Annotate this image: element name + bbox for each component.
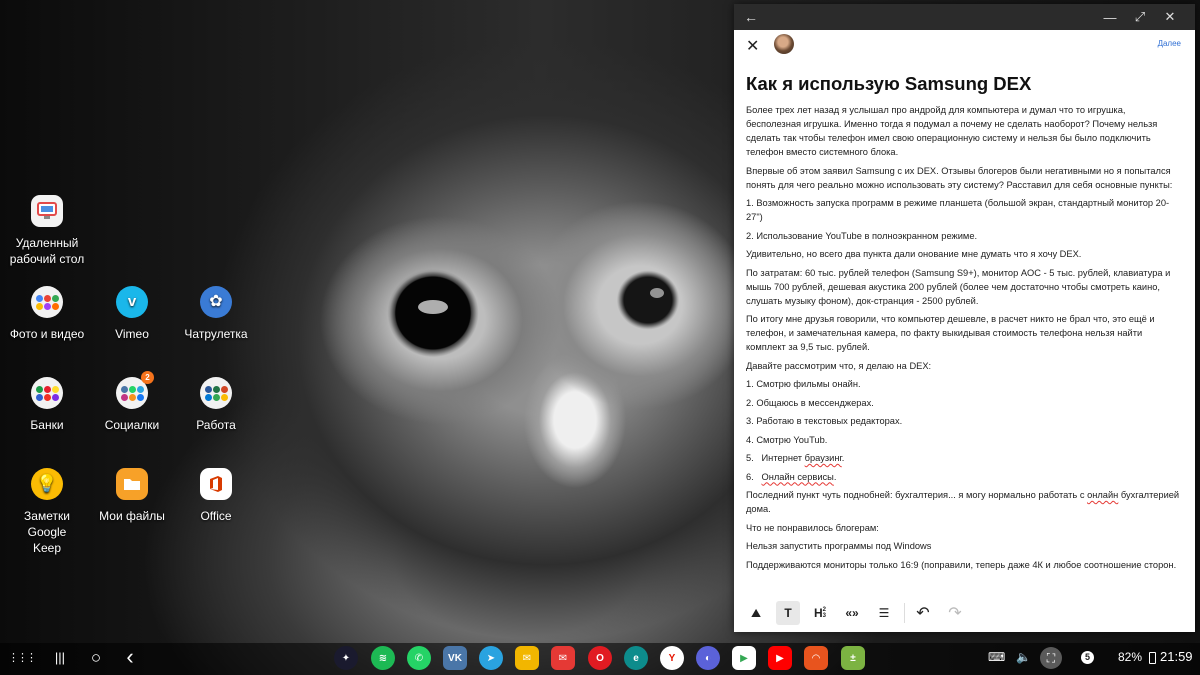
messages-icon[interactable]: ◐ [696, 646, 720, 670]
next-button[interactable]: Далее [1158, 39, 1181, 48]
paragraph: Поддерживаются мониторы только 16:9 (поп… [746, 559, 1177, 570]
list-item: 2. Общаюсь в мессенджерах. [746, 397, 874, 408]
redo-icon[interactable]: ↷ [943, 601, 967, 625]
paragraph: Нельзя запустить программы под Windows [746, 541, 932, 551]
battery-level: 82% [1118, 650, 1143, 664]
desktop-icon-label: Чатрулетка [184, 327, 248, 341]
play-store-icon[interactable]: ▶ [732, 646, 756, 670]
folder-icon [200, 377, 232, 409]
telegram-icon[interactable]: ➤ [479, 646, 503, 670]
paragraph: Давайте рассмотрим что, я делаю на DEX: [746, 360, 932, 371]
paragraph: Что не понравилось блогерам: [746, 522, 879, 533]
list-item-text: 5. Интернет [746, 453, 805, 463]
minimize-button[interactable]: — [1095, 10, 1125, 25]
editor-window: ← — ⤢ ✕ ✕ Далее Как я использую Samsung … [734, 4, 1195, 632]
list-item: 6. Онлайн сервисы. [746, 470, 1182, 484]
youtube-icon[interactable]: ▶ [768, 646, 792, 670]
folder-icon [31, 286, 63, 318]
close-window-button[interactable]: ✕ [1155, 9, 1185, 25]
bixby-icon[interactable]: ✦ [334, 646, 358, 670]
my-files-icon [116, 468, 148, 500]
recents-icon[interactable]: ||| [48, 650, 72, 665]
paragraph: Удивительно, но всего два пункта дали он… [746, 249, 1082, 259]
folder-icon: 2 [116, 371, 154, 409]
vk-icon[interactable]: VK [443, 646, 467, 670]
desktop-icon-office[interactable]: Office [166, 468, 266, 524]
desktop-icon-work[interactable]: Работа [166, 377, 266, 433]
taskbar: ⋮⋮⋮ ||| ○ ‹ ✦ ≋ ✆ VK ➤ ✉ ✉ O e Y ◐ ▶ ▶ ◠… [0, 643, 1200, 675]
email-icon[interactable]: ✉ [515, 646, 539, 670]
apps-grid-icon[interactable]: ⋮⋮⋮ [8, 651, 37, 664]
list-item: 1. Смотрю фильмы онайн. [746, 379, 861, 389]
opera-icon[interactable]: O [588, 646, 612, 670]
yandex-icon[interactable]: Y [660, 646, 684, 670]
quote-button[interactable]: «» [840, 601, 864, 625]
volume-icon[interactable]: 🔈 [1016, 650, 1031, 664]
desktop-icon-label: Работа [196, 418, 236, 432]
whatsapp-icon[interactable]: ✆ [407, 646, 431, 670]
close-icon[interactable]: ✕ [746, 36, 759, 56]
vimeo-icon: v [116, 286, 148, 318]
list-item: 3. Работаю в текстовых редакторах. [746, 416, 903, 426]
remote-desktop-icon [31, 195, 63, 227]
spotify-icon[interactable]: ≋ [371, 646, 395, 670]
edge-icon[interactable]: e [624, 646, 648, 670]
chatroulette-icon: ✿ [200, 286, 232, 318]
back-icon[interactable]: ‹ [118, 644, 142, 670]
eye-glint [418, 300, 448, 314]
misspelled-word[interactable]: онлайн [1087, 490, 1118, 500]
avatar[interactable] [774, 34, 794, 54]
paragraph-text: Последний пункт чуть поднобней: бухгалте… [746, 490, 1088, 500]
paragraph: Последний пункт чуть поднобней: бухгалте… [746, 488, 1182, 516]
misspelled-word[interactable]: Онлайн сервисы [762, 472, 834, 482]
document-body[interactable]: Как я использую Samsung DEX Более трех л… [746, 72, 1182, 576]
heading-letter: H [813, 606, 823, 620]
list-item-text: . [841, 453, 845, 463]
insert-image-icon[interactable]: ⛰ [744, 601, 768, 625]
format-toolbar: ⛰ T H23 «» ☰ ↶ ↷ [734, 594, 1195, 632]
editor-header: ✕ Далее [734, 30, 1195, 60]
heading-level-3: 3 [822, 613, 826, 619]
list-item-text: 6. [746, 471, 762, 482]
paragraph: Впервые об этом заявил Samsung с их DEX.… [746, 165, 1173, 190]
list-item: 4. Смотрю YouTub. [746, 434, 828, 445]
keyboard-icon[interactable]: ⌨ [988, 650, 1005, 664]
home-icon[interactable]: ○ [84, 648, 108, 668]
paragraph: Более трех лет назад я услышал про андро… [746, 105, 1158, 157]
screen-capture-icon[interactable]: ⛶ [1040, 647, 1062, 669]
text-style-button[interactable]: T [776, 601, 800, 625]
paragraph: 1. Возможность запуска программ в режиме… [746, 198, 1170, 222]
eye-glint [650, 288, 664, 298]
clock[interactable]: 21:59 [1160, 649, 1193, 664]
gmail-icon[interactable]: ✉ [551, 646, 575, 670]
desktop-icon-chatroulette[interactable]: ✿ Чатрулетка [166, 286, 266, 342]
list-icon[interactable]: ☰ [872, 601, 896, 625]
notification-badge: 2 [141, 371, 154, 384]
undo-icon[interactable]: ↶ [911, 601, 935, 625]
window-titlebar: ← — ⤢ ✕ [734, 4, 1195, 30]
notification-count-badge[interactable]: 5 [1081, 651, 1094, 664]
aliexpress-icon[interactable]: ◠ [804, 646, 828, 670]
heading-levels: 23 [823, 607, 826, 619]
desktop-icon-label: Удаленный рабочий стол [9, 236, 85, 266]
document-title[interactable]: Как я использую Samsung DEX [746, 72, 1182, 96]
folder-icon [31, 377, 63, 409]
calculator-icon[interactable]: ± [841, 646, 865, 670]
maximize-button[interactable]: ⤢ [1125, 9, 1155, 25]
back-arrow-icon[interactable]: ← [744, 9, 758, 25]
lightbulb-icon: 💡 [31, 468, 63, 500]
battery-icon [1149, 652, 1156, 664]
office-icon [200, 468, 232, 500]
paragraph: По итогу мне друзья говорили, что компью… [746, 314, 1155, 352]
heading-button[interactable]: H23 [808, 601, 832, 625]
misspelled-word[interactable]: браузинг [805, 453, 842, 463]
paragraph: По затратам: 60 тыс. рублей телефон (Sam… [746, 267, 1171, 306]
desktop-icon-label: Заметки Google Keep [24, 509, 70, 555]
list-item: 5. Интернет браузинг. [746, 451, 1182, 465]
desktop-icon-remote-desktop[interactable]: Удаленный рабочий стол [0, 195, 97, 267]
toolbar-divider [904, 603, 905, 623]
paragraph: 2. Использование YouTube в полноэкранном… [746, 230, 978, 241]
desktop-icon-label: Office [200, 509, 232, 523]
list-item-text: . [833, 471, 837, 482]
